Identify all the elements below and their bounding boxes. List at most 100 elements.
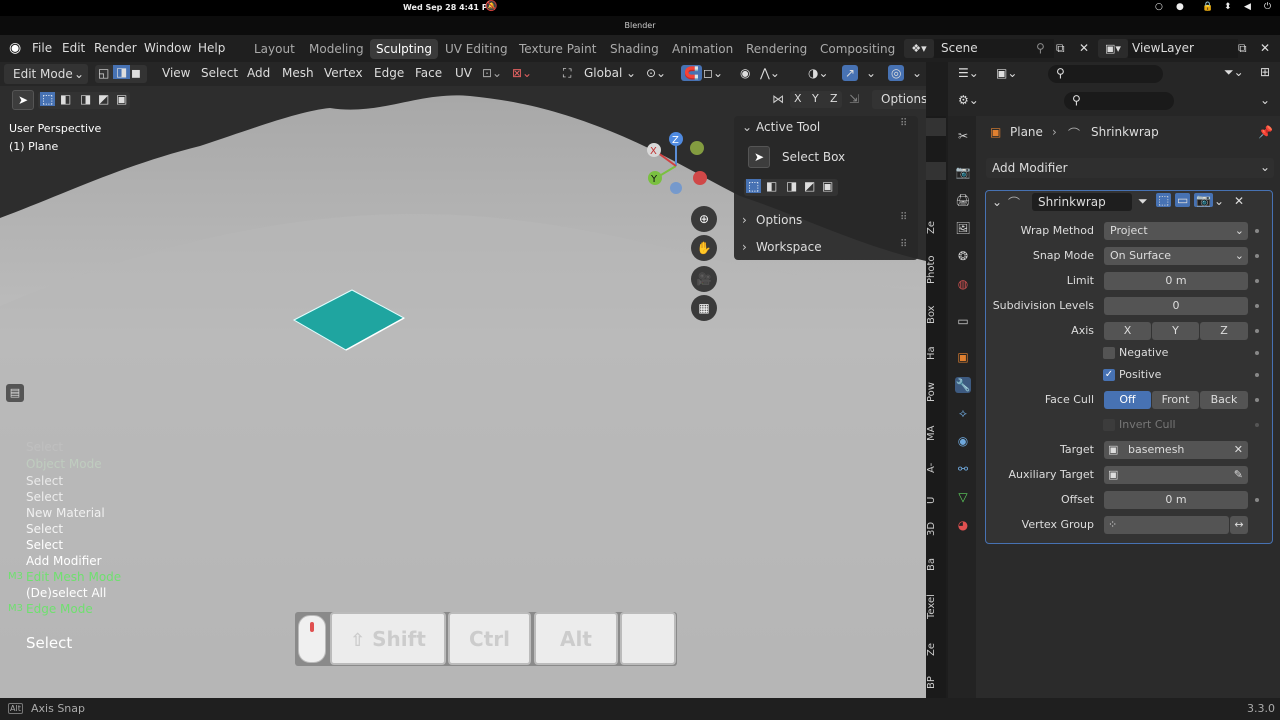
- view-layer-tab-icon[interactable]: 🖼: [955, 220, 971, 236]
- select-subtract-icon[interactable]: ◨: [786, 179, 797, 193]
- remove-modifier-icon[interactable]: ✕: [1234, 194, 1244, 208]
- menu-edit[interactable]: Edit: [62, 41, 85, 55]
- copy-viewlayer-icon[interactable]: ⧉: [1238, 41, 1247, 56]
- tab-texture-paint[interactable]: Texture Paint: [513, 39, 602, 59]
- keyframe-dot[interactable]: [1255, 373, 1259, 377]
- properties-options-icon[interactable]: ⌄: [1260, 93, 1270, 107]
- sidebar-tab[interactable]: BP: [926, 672, 946, 694]
- collapse-chevron-icon[interactable]: ⌄: [992, 195, 1002, 209]
- select-intersect-icon[interactable]: ▣: [116, 92, 127, 106]
- xray-select-icon[interactable]: ⊠⌄: [512, 66, 532, 80]
- keyframe-dot[interactable]: [1255, 229, 1259, 233]
- menu-face[interactable]: Face: [415, 66, 442, 80]
- select-extend-icon[interactable]: ◧: [60, 92, 71, 106]
- proportional-edit-icon[interactable]: ◉: [740, 66, 750, 80]
- menu-add[interactable]: Add: [247, 66, 270, 80]
- sidebar-tab[interactable]: Ha: [926, 342, 946, 364]
- output-tab-icon[interactable]: 🖨: [955, 192, 971, 208]
- sidebar-tab[interactable]: MA: [926, 422, 946, 444]
- clear-target-icon[interactable]: ✕: [1234, 441, 1243, 459]
- lock-icon[interactable]: 🔒: [1202, 2, 1213, 12]
- drag-handle-icon[interactable]: ⠿: [900, 212, 907, 223]
- invert-cull-checkbox[interactable]: [1103, 419, 1115, 431]
- tab-uv-editing[interactable]: UV Editing: [439, 39, 514, 59]
- face-cull-back-button[interactable]: Back: [1200, 391, 1248, 409]
- breadcrumb-modifier[interactable]: Shrinkwrap: [1091, 125, 1159, 139]
- cage-toggle-icon[interactable]: ⬚: [1156, 193, 1172, 207]
- vertex-select-icon[interactable]: ◱: [98, 66, 109, 80]
- navigation-gizmo[interactable]: Z X Y: [640, 130, 720, 210]
- close-viewlayer-icon[interactable]: ✕: [1260, 41, 1270, 55]
- menu-window[interactable]: Window: [144, 41, 191, 55]
- options-dropdown[interactable]: Options⌄: [872, 90, 926, 109]
- scene-tab-icon[interactable]: ❂: [955, 248, 971, 264]
- properties-search-input[interactable]: ⚲: [1064, 92, 1174, 110]
- orientation-dropdown[interactable]: Global: [584, 66, 622, 80]
- menu-file[interactable]: File: [32, 41, 52, 55]
- vertex-group-field[interactable]: ⁘: [1104, 516, 1229, 534]
- select-new-icon[interactable]: ⬚: [746, 179, 762, 193]
- subdivision-levels-field[interactable]: 0: [1104, 297, 1248, 315]
- mode-dropdown[interactable]: Edit Mode ⌄: [4, 64, 88, 84]
- gizmo-toggle-icon[interactable]: ↗: [842, 65, 859, 81]
- tab-animation[interactable]: Animation: [666, 39, 739, 59]
- select-subtract-icon[interactable]: ◨: [80, 92, 91, 106]
- mirror-icon[interactable]: ⋈: [772, 92, 784, 106]
- copy-scene-icon[interactable]: ⧉: [1056, 41, 1065, 56]
- falloff-icon[interactable]: ⋀⌄: [760, 66, 780, 80]
- pivot-icon[interactable]: ⊙⌄: [646, 66, 666, 80]
- display-mode-icon[interactable]: ▣⌄: [996, 66, 1017, 80]
- mirror-z-toggle[interactable]: Z: [830, 92, 838, 105]
- snap-mode-dropdown[interactable]: On Surface ⌄: [1104, 247, 1248, 265]
- sidebar-tab[interactable]: Photo: [926, 252, 946, 288]
- target-field[interactable]: ▣ basemesh ✕: [1104, 441, 1248, 459]
- filter-icon[interactable]: ⏷⌄: [1224, 65, 1244, 80]
- keyframe-dot[interactable]: [1255, 398, 1259, 402]
- menu-edge[interactable]: Edge: [374, 66, 404, 80]
- sidebar-tab[interactable]: Ze: [926, 638, 946, 660]
- offset-field[interactable]: 0 m: [1104, 491, 1248, 509]
- face-cull-off-button[interactable]: Off: [1104, 391, 1151, 409]
- menu-render[interactable]: Render: [94, 41, 137, 55]
- edit-mode-toggle-icon[interactable]: ⏷: [1138, 194, 1148, 209]
- modifier-menu-icon[interactable]: ⌄: [1214, 194, 1224, 208]
- active-tool-header[interactable]: Active Tool: [756, 120, 820, 134]
- select-intersect-icon[interactable]: ▣: [822, 179, 833, 193]
- visibility-icon[interactable]: ◑⌄: [808, 66, 829, 80]
- render-tab-icon[interactable]: 📷: [955, 164, 971, 180]
- camera-view-icon[interactable]: 🎥: [691, 266, 717, 292]
- gizmo-chevron-icon[interactable]: ⌄: [866, 66, 876, 80]
- pin-icon[interactable]: ⚲: [1036, 41, 1045, 55]
- sidebar-tab-tool[interactable]: [926, 162, 946, 180]
- zoom-icon[interactable]: ⊕: [691, 206, 717, 232]
- keyframe-dot[interactable]: [1255, 498, 1259, 502]
- keyframe-dot[interactable]: [1255, 254, 1259, 258]
- object-tab-icon[interactable]: ▣: [955, 349, 971, 365]
- edge-select-icon[interactable]: ◨: [113, 65, 131, 79]
- viewport-toggle-icon[interactable]: ▭: [1175, 193, 1191, 207]
- modifier-name-field[interactable]: Shrinkwrap: [1032, 193, 1132, 211]
- mirror-x-toggle[interactable]: X: [794, 92, 802, 105]
- particles-tab-icon[interactable]: ⟡: [955, 405, 971, 421]
- keyframe-dot[interactable]: [1255, 423, 1259, 427]
- sidebar-tab[interactable]: 3D: [926, 518, 946, 540]
- select-box-tool-icon[interactable]: ➤: [748, 146, 770, 168]
- tab-compositing[interactable]: Compositing: [814, 39, 901, 59]
- sidebar-tab[interactable]: Ze: [926, 216, 946, 238]
- sidebar-tab[interactable]: Box: [926, 302, 946, 328]
- workspace-section[interactable]: Workspace: [756, 240, 822, 254]
- tool-tab-icon[interactable]: ✂: [955, 128, 971, 144]
- auxiliary-target-field[interactable]: ▣ ✎: [1104, 466, 1248, 484]
- select-invert-icon[interactable]: ◩: [98, 92, 109, 106]
- drag-handle-icon[interactable]: ⠿: [900, 118, 907, 129]
- keyframe-dot[interactable]: [1255, 279, 1259, 283]
- outliner-editor-icon[interactable]: ☰⌄: [958, 66, 979, 80]
- invert-vertex-group-icon[interactable]: ↔: [1230, 516, 1248, 534]
- new-collection-icon[interactable]: ⊞: [1260, 65, 1270, 79]
- close-scene-icon[interactable]: ✕: [1079, 41, 1089, 55]
- select-invert-icon[interactable]: ◩: [804, 179, 815, 193]
- sidebar-tab[interactable]: Texel: [926, 590, 946, 624]
- axis-y-toggle[interactable]: Y: [1152, 322, 1199, 340]
- auto-merge-icon[interactable]: ⇲: [849, 92, 859, 106]
- menu-vertex[interactable]: Vertex: [324, 66, 363, 80]
